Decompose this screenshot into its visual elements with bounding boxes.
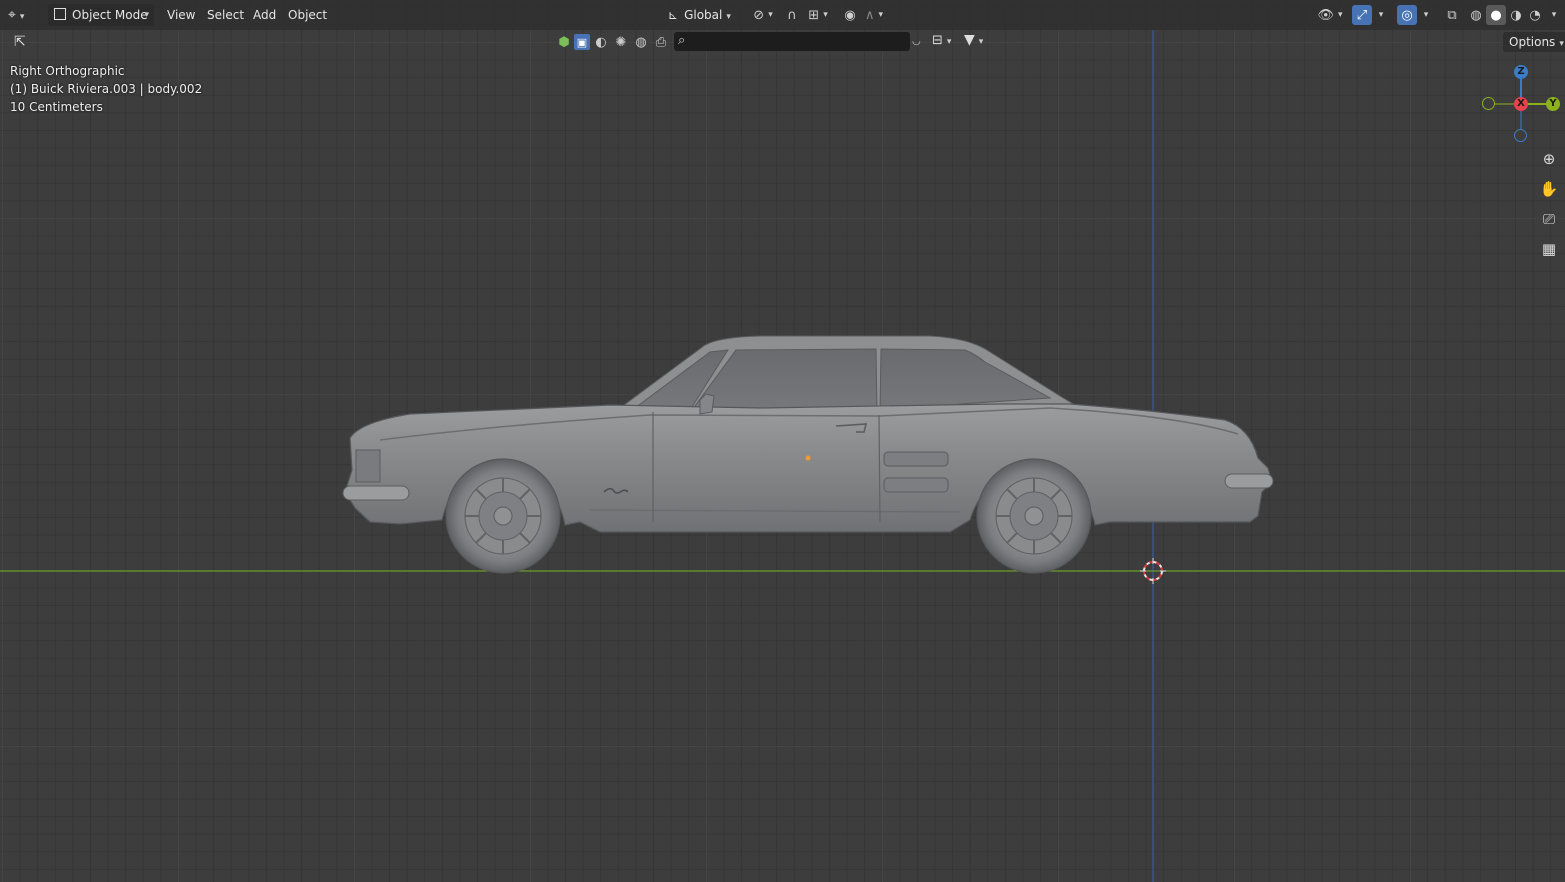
car-front-wheel [445, 458, 561, 574]
mode-dropdown[interactable]: Object Mode ▾ [48, 4, 154, 26]
wireframe-shading-icon[interactable]: ◍ [1466, 5, 1486, 25]
car-front-bumper [342, 485, 410, 501]
outliner-filter-icon[interactable]: ⊟ ▾ [932, 33, 960, 55]
navigation-gizmo[interactable]: Z X Y [1480, 62, 1562, 146]
car-vent-upper [883, 451, 949, 467]
search-icon: ⌕ [678, 33, 686, 48]
viewport-scene [0, 30, 1565, 882]
car-model[interactable] [342, 335, 1274, 574]
active-object-label: (1) Buick Riviera.003 | body.002 [10, 82, 203, 96]
object-type-filter-bar: ⬢ ▣ ◐ ✺ ◍ ⎙ [556, 31, 672, 53]
3d-viewport[interactable] [0, 0, 1565, 882]
proportional-edit-icon[interactable]: ◉ [840, 5, 860, 25]
object-mode-icon [54, 8, 66, 20]
options-button[interactable]: Options ▾ [1503, 32, 1565, 52]
orientation-label: Global [684, 8, 723, 22]
car-grille [355, 449, 381, 483]
search-input[interactable]: ⌕ [674, 32, 910, 51]
material-preview-icon[interactable]: ◐ [592, 34, 610, 50]
magnet-icon[interactable]: ∩ [782, 5, 802, 25]
funnel-filter-icon[interactable]: ▼ ▾ [964, 32, 992, 54]
material-shading-icon[interactable]: ◑ [1506, 5, 1526, 25]
shading-dropdown-caret[interactable]: ▾ [1545, 5, 1559, 25]
gizmo-y-negative[interactable] [1482, 97, 1495, 110]
car-rear-wheel [976, 458, 1092, 574]
xray-icon[interactable]: ⧉ [1442, 5, 1462, 25]
car-rear-bumper [1224, 473, 1274, 489]
gizmo-icon[interactable]: ⤢ [1352, 5, 1372, 25]
mode-label: Object Mode [72, 8, 148, 22]
overlay-dropdown-caret[interactable]: ▾ [1417, 5, 1431, 25]
gizmo-x-positive[interactable]: X [1514, 97, 1528, 111]
transform-orientation-dropdown[interactable]: ⊾ Global ▾ [662, 4, 738, 26]
gizmo-y-positive[interactable]: Y [1546, 97, 1560, 111]
select-cursor-icon[interactable]: ⇱ [14, 31, 36, 53]
options-label: Options [1509, 35, 1556, 49]
snap-increment-icon[interactable]: ⊞ ▾ [804, 5, 832, 25]
viewport-info-overlay: Right Orthographic (1) Buick Riviera.003… [10, 62, 202, 116]
3d-viewport-icon: ⌖ [8, 7, 16, 23]
viewport-header: ⌖ ▾ Object Mode ▾ View Select Add Object ⊾… [0, 0, 1565, 30]
camera-view-icon[interactable]: ⎚ [1536, 206, 1562, 232]
search-dropdown-icon[interactable]: ◡ [912, 33, 930, 55]
axis-orientation-icon: ⊾ [668, 8, 679, 22]
car-vent-lower [883, 477, 949, 493]
pivot-point-icon[interactable]: ⊘ ▾ [750, 5, 776, 25]
gizmo-z-positive[interactable]: Z [1514, 65, 1528, 79]
editor-type-button[interactable]: ⌖ ▾ [8, 4, 24, 26]
menu-add[interactable]: Add [247, 4, 282, 26]
view-name: Right Orthographic [10, 64, 125, 78]
camera-filter-icon[interactable]: ⎙ [652, 34, 670, 50]
menu-object[interactable]: Object [282, 4, 333, 26]
gizmo-dropdown-caret[interactable]: ▾ [1372, 5, 1386, 25]
eye-icon[interactable]: 👁 ▾ [1316, 5, 1344, 25]
light-icon[interactable]: ✺ [612, 34, 630, 50]
world-icon[interactable]: ◍ [632, 34, 650, 50]
rendered-shading-icon[interactable]: ◔ [1525, 5, 1545, 25]
overlay-icon[interactable]: ◎ [1397, 5, 1417, 25]
grid-toggle-icon[interactable]: ▦ [1536, 236, 1562, 262]
zoom-icon[interactable]: ⊕ [1536, 146, 1562, 172]
solid-shading-icon[interactable]: ● [1486, 5, 1506, 25]
object-origin [805, 455, 811, 461]
menu-view[interactable]: View [161, 4, 201, 26]
object-type-icon[interactable]: ⬢ [556, 34, 572, 50]
gizmo-z-negative[interactable] [1514, 129, 1527, 142]
menu-select[interactable]: Select [201, 4, 250, 26]
grid-scale-label: 10 Centimeters [10, 100, 103, 114]
select-box-icon[interactable]: ▣ [574, 34, 590, 50]
hand-pan-icon[interactable]: ✋ [1536, 176, 1562, 202]
falloff-curve-icon[interactable]: ∧ ▾ [860, 5, 888, 25]
